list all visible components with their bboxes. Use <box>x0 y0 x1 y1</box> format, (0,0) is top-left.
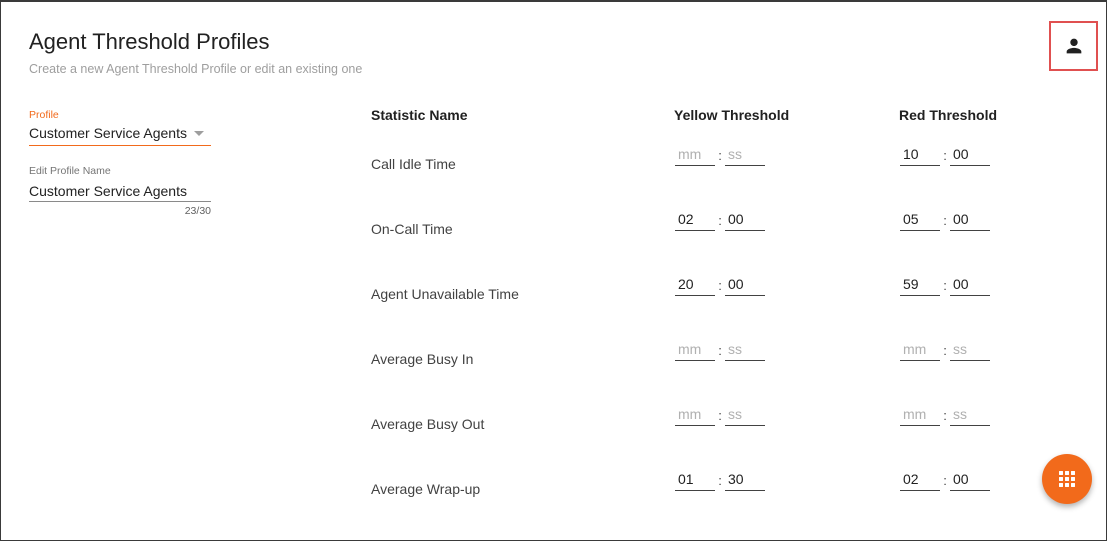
edit-profile-name-input[interactable] <box>29 181 211 202</box>
profile-select[interactable]: Customer Service Agents <box>29 125 211 146</box>
yellow-threshold-seconds-input[interactable] <box>725 207 765 231</box>
red-threshold-seconds-input[interactable] <box>950 467 990 491</box>
red-threshold-seconds-input[interactable] <box>950 272 990 296</box>
statistic-name: Agent Unavailable Time <box>371 286 519 302</box>
yellow-threshold-header: Yellow Threshold <box>674 107 790 123</box>
red-threshold-seconds-input[interactable] <box>950 207 990 231</box>
statistic-name: Call Idle Time <box>371 156 456 172</box>
yellow-threshold-seconds-input[interactable] <box>725 402 765 426</box>
red-threshold-seconds-input[interactable] <box>950 337 990 361</box>
statistic-name: Average Busy In <box>371 351 474 367</box>
red-threshold-minutes-input[interactable] <box>900 337 940 361</box>
time-separator: : <box>943 278 947 293</box>
yellow-threshold-minutes-input[interactable] <box>675 272 715 296</box>
time-separator: : <box>718 278 722 293</box>
yellow-threshold-minutes-input[interactable] <box>675 207 715 231</box>
time-separator: : <box>943 408 947 423</box>
yellow-threshold-seconds-input[interactable] <box>725 142 765 166</box>
user-account-button[interactable] <box>1049 21 1098 71</box>
red-threshold-minutes-input[interactable] <box>900 467 940 491</box>
time-separator: : <box>943 343 947 358</box>
yellow-threshold-seconds-input[interactable] <box>725 272 765 296</box>
time-separator: : <box>718 213 722 228</box>
red-threshold-minutes-input[interactable] <box>900 142 940 166</box>
statistic-name-header: Statistic Name <box>371 107 468 123</box>
profile-select-value: Customer Service Agents <box>29 125 187 141</box>
apps-menu-button[interactable] <box>1042 454 1092 504</box>
red-threshold-header: Red Threshold <box>899 107 998 123</box>
page-subtitle: Create a new Agent Threshold Profile or … <box>29 62 363 76</box>
edit-profile-name-label: Edit Profile Name <box>29 165 111 177</box>
yellow-threshold-minutes-input[interactable] <box>675 402 715 426</box>
character-counter: 23/30 <box>184 205 211 217</box>
time-separator: : <box>943 148 947 163</box>
yellow-threshold-minutes-input[interactable] <box>675 142 715 166</box>
window-frame <box>0 0 1107 541</box>
yellow-threshold-minutes-input[interactable] <box>675 467 715 491</box>
time-separator: : <box>943 213 947 228</box>
page-title: Agent Threshold Profiles <box>29 29 270 54</box>
time-separator: : <box>718 408 722 423</box>
yellow-threshold-seconds-input[interactable] <box>725 337 765 361</box>
statistic-name: On-Call Time <box>371 221 453 237</box>
red-threshold-minutes-input[interactable] <box>900 207 940 231</box>
red-threshold-minutes-input[interactable] <box>900 272 940 296</box>
statistic-name: Average Wrap-up <box>371 481 481 497</box>
time-separator: : <box>943 473 947 488</box>
yellow-threshold-seconds-input[interactable] <box>725 467 765 491</box>
red-threshold-seconds-input[interactable] <box>950 402 990 426</box>
time-separator: : <box>718 343 722 358</box>
apps-grid-icon <box>1059 471 1075 487</box>
person-icon <box>1066 38 1081 54</box>
profile-label: Profile <box>29 109 59 121</box>
time-separator: : <box>718 148 722 163</box>
red-threshold-seconds-input[interactable] <box>950 142 990 166</box>
yellow-threshold-minutes-input[interactable] <box>675 337 715 361</box>
red-threshold-minutes-input[interactable] <box>900 402 940 426</box>
statistic-name: Average Busy Out <box>371 416 485 432</box>
dropdown-caret-icon <box>194 131 204 136</box>
time-separator: : <box>718 473 722 488</box>
